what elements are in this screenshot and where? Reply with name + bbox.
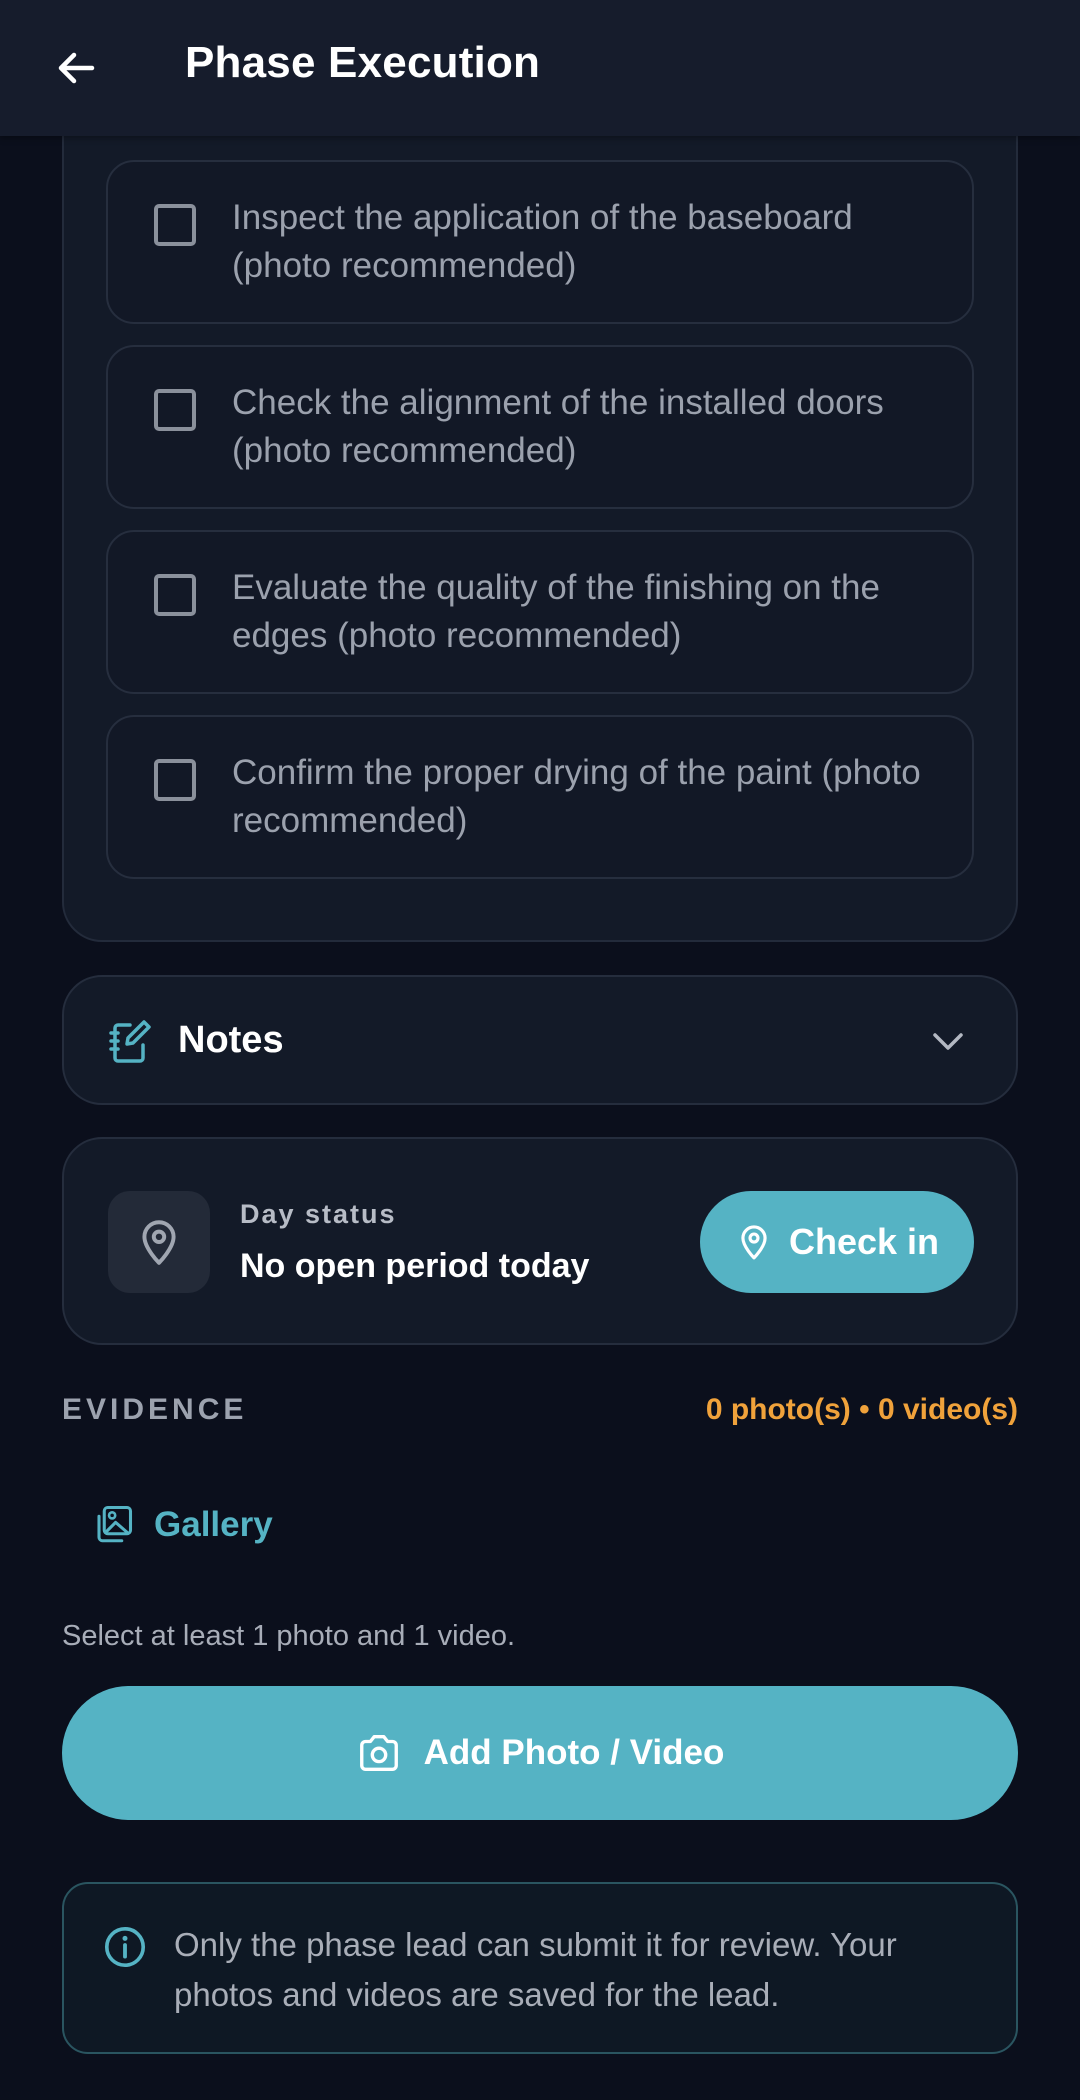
- check-in-label: Check in: [788, 1221, 940, 1262]
- evidence-heading: EVIDENCE: [62, 1393, 248, 1426]
- day-status-value: No open period today: [240, 1247, 590, 1285]
- info-icon: [104, 1926, 146, 1968]
- notes-label: Notes: [178, 1019, 284, 1061]
- gallery-label: Gallery: [154, 1505, 273, 1544]
- map-pin-icon: [741, 1225, 767, 1260]
- day-status-card: Day status No open period today Check in: [62, 1137, 1018, 1345]
- checklist-item[interactable]: Confirm the proper drying of the paint (…: [106, 715, 974, 879]
- add-photo-video-label: Add Photo / Video: [423, 1733, 725, 1772]
- chevron-down-icon: [933, 1033, 963, 1050]
- checkbox[interactable]: [154, 759, 196, 801]
- checklist-item-label: Evaluate the quality of the finishing on…: [232, 568, 880, 655]
- checkbox[interactable]: [154, 204, 196, 246]
- gallery-button[interactable]: Gallery: [92, 1500, 273, 1550]
- evidence-hint: Select at least 1 photo and 1 video.: [62, 1620, 516, 1652]
- back-button[interactable]: [44, 36, 108, 100]
- arrow-left-icon: [58, 52, 95, 84]
- info-text: Only the phase lead can submit it for re…: [174, 1926, 897, 2013]
- evidence-count: 0 photo(s) • 0 video(s): [705, 1393, 1018, 1426]
- checklist-item-label: Inspect the application of the baseboard…: [232, 198, 853, 285]
- info-banner: Only the phase lead can submit it for re…: [62, 1882, 1018, 2054]
- add-photo-video-button[interactable]: Add Photo / Video: [62, 1686, 1018, 1820]
- checklist-item[interactable]: Inspect the application of the baseboard…: [106, 160, 974, 324]
- checkbox[interactable]: [154, 574, 196, 616]
- checklist-item-label: Confirm the proper drying of the paint (…: [232, 753, 921, 840]
- checklist-item[interactable]: Evaluate the quality of the finishing on…: [106, 530, 974, 694]
- checkbox[interactable]: [154, 389, 196, 431]
- notebook-edit-icon: [109, 1020, 151, 1063]
- gallery-icon: [97, 1505, 133, 1543]
- app-bar: Phase Execution: [0, 0, 1080, 136]
- notes-accordion[interactable]: Notes: [62, 975, 1018, 1105]
- camera-icon: [359, 1735, 398, 1771]
- page-title: Phase Execution: [185, 38, 541, 87]
- day-status-caption: Day status: [240, 1199, 397, 1229]
- checklist-item[interactable]: Check the alignment of the installed doo…: [106, 345, 974, 509]
- checklist-item-label: Check the alignment of the installed doo…: [232, 383, 884, 470]
- location-badge: [108, 1191, 210, 1293]
- check-in-button[interactable]: Check in: [700, 1191, 974, 1293]
- map-pin-icon: [142, 1220, 176, 1265]
